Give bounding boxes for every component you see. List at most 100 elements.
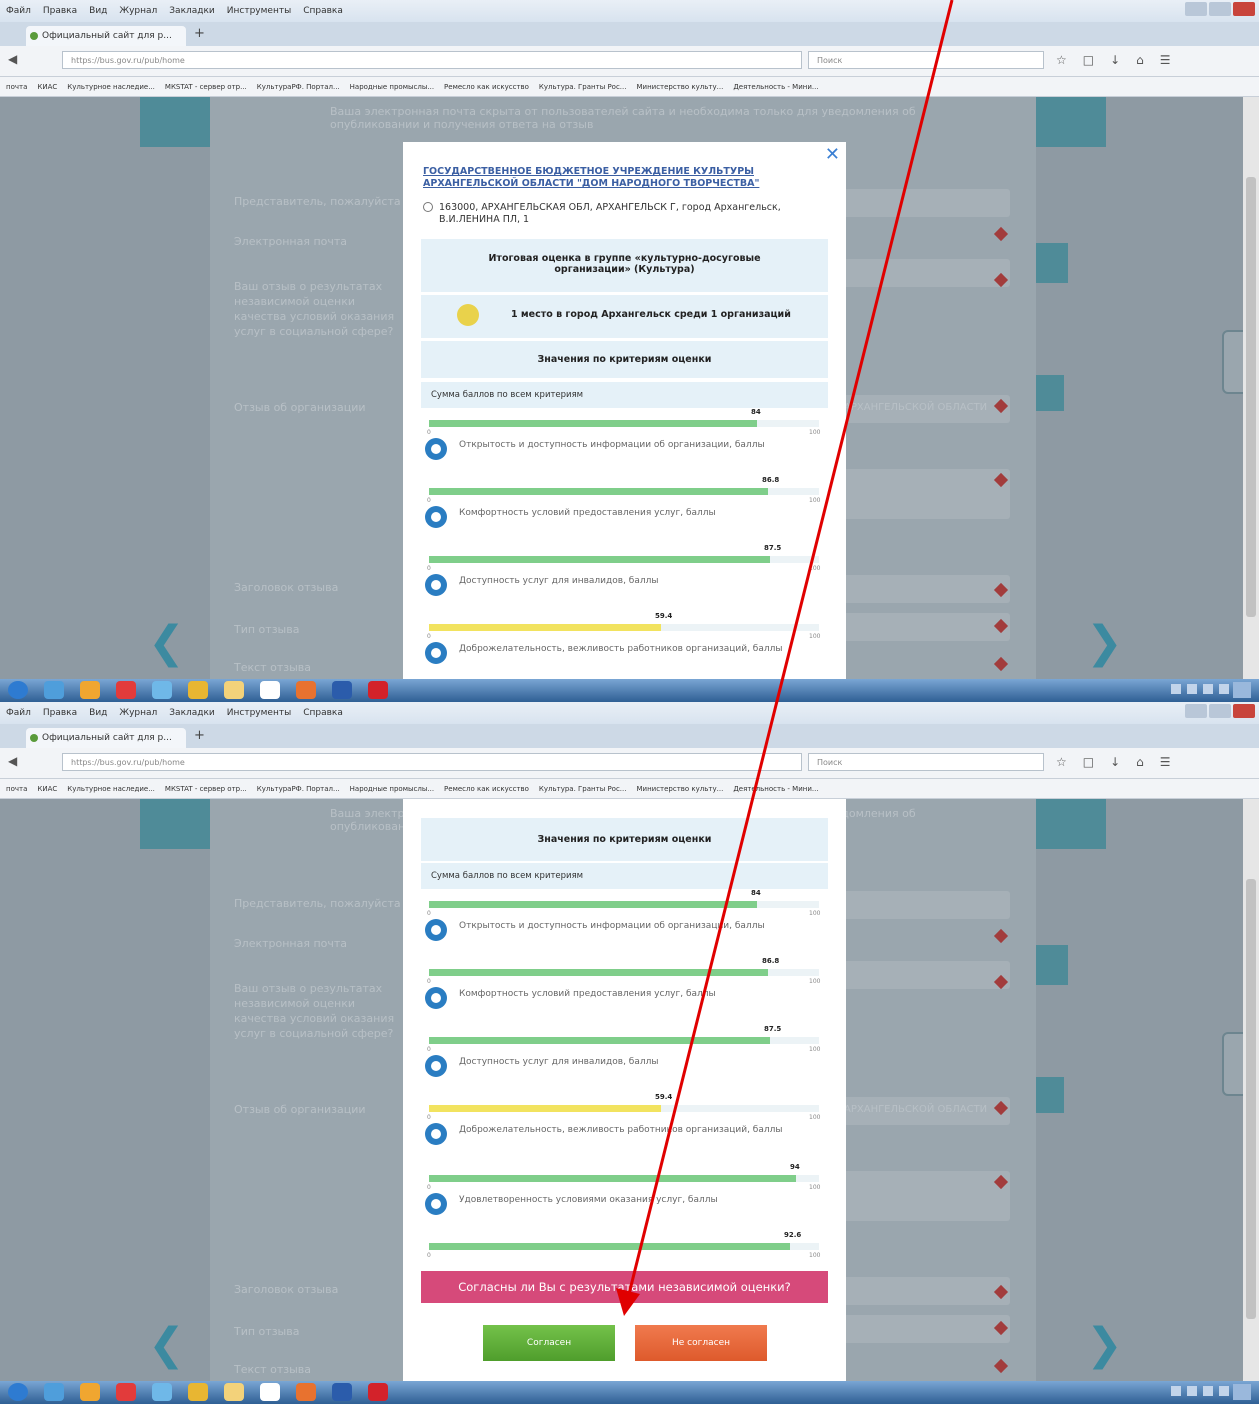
menu-view[interactable]: Вид [89, 708, 107, 718]
new-tab-plus-icon[interactable]: + [194, 26, 205, 41]
bookmark-item[interactable]: Культурное наследие... [67, 785, 155, 793]
form-field[interactable] [840, 1277, 1010, 1305]
tray-icon[interactable] [1187, 684, 1197, 694]
bookmark-item[interactable]: КИАС [37, 785, 57, 793]
menu-file[interactable]: Файл [6, 708, 31, 718]
yandex-icon[interactable] [116, 681, 136, 699]
form-field[interactable] [840, 469, 1010, 519]
close-window-button[interactable] [1233, 2, 1255, 16]
page-scrollbar[interactable] [1243, 799, 1259, 1381]
folder-icon[interactable] [224, 1383, 244, 1401]
start-button-icon[interactable] [8, 681, 28, 699]
side-button[interactable] [1036, 1077, 1064, 1113]
start-button-icon[interactable] [8, 1383, 28, 1401]
form-field[interactable] [840, 259, 1010, 287]
feedback-side-tab[interactable] [1222, 1032, 1243, 1096]
maximize-button[interactable] [1209, 704, 1231, 718]
agree-button[interactable]: Согласен [483, 1325, 615, 1361]
org-select-field[interactable]: АРХАНГЕЛЬСКОЙ ОБЛАСТИ [840, 1097, 1010, 1125]
close-icon[interactable]: ✕ [825, 144, 840, 165]
tray-icon[interactable] [1171, 684, 1181, 694]
side-button[interactable] [1036, 945, 1068, 985]
prev-chevron-icon[interactable]: ❮ [148, 1319, 185, 1370]
library-icon[interactable]: □ [1083, 755, 1094, 769]
tray-icon[interactable] [1219, 1386, 1229, 1396]
form-field[interactable] [840, 613, 1010, 641]
explorer-icon[interactable] [44, 1383, 64, 1401]
internet-explorer-icon[interactable] [152, 1383, 172, 1401]
acrobat-icon[interactable] [368, 681, 388, 699]
bookmark-item[interactable]: Деятельность - Мини... [733, 83, 818, 91]
menu-help[interactable]: Справка [303, 708, 343, 718]
form-field[interactable] [840, 575, 1010, 603]
search-input[interactable]: Поиск [808, 51, 1044, 69]
word-icon[interactable] [332, 681, 352, 699]
bookmark-item[interactable]: КИАС [37, 83, 57, 91]
chrome-icon[interactable] [188, 1383, 208, 1401]
menu-tools[interactable]: Инструменты [227, 6, 291, 16]
url-input[interactable]: https://bus.gov.ru/pub/home [62, 51, 802, 69]
firefox-icon[interactable] [296, 681, 316, 699]
minimize-button[interactable] [1185, 2, 1207, 16]
tray-icon[interactable] [1203, 684, 1213, 694]
tray-icon[interactable] [1219, 684, 1229, 694]
bookmark-item[interactable]: Ремесло как искусство [444, 785, 529, 793]
library-icon[interactable]: □ [1083, 53, 1094, 67]
tray-icon[interactable] [1187, 1386, 1197, 1396]
side-button[interactable] [1036, 243, 1068, 283]
bookmark-item[interactable]: Культура. Гранты Рос... [539, 785, 627, 793]
menu-file[interactable]: Файл [6, 6, 31, 16]
org-select-field[interactable]: АРХАНГЕЛЬСКОЙ ОБЛАСТИ [840, 395, 1010, 423]
bookmark-item[interactable]: почта [6, 785, 27, 793]
bookmark-item[interactable]: МКSTAT - сервер отр... [165, 83, 247, 91]
word-icon[interactable] [332, 1383, 352, 1401]
feedback-side-tab[interactable] [1222, 330, 1243, 394]
home-icon[interactable]: ⌂ [1136, 53, 1144, 67]
menu-edit[interactable]: Правка [43, 6, 77, 16]
tray-icon[interactable] [1203, 1386, 1213, 1396]
menu-edit[interactable]: Правка [43, 708, 77, 718]
search-input[interactable]: Поиск [808, 753, 1044, 771]
bookmark-item[interactable]: Министерство культу... [636, 785, 723, 793]
bookmark-item[interactable]: Ремесло как искусство [444, 83, 529, 91]
bookmark-item[interactable]: КультураРФ. Портал... [257, 83, 340, 91]
close-window-button[interactable] [1233, 704, 1255, 718]
form-field[interactable] [840, 1315, 1010, 1343]
next-chevron-icon[interactable]: ❯ [1086, 1319, 1123, 1370]
form-field[interactable] [840, 961, 1010, 989]
url-input[interactable]: https://bus.gov.ru/pub/home [62, 753, 802, 771]
menu-bookmarks[interactable]: Закладки [169, 708, 215, 718]
internet-explorer-icon[interactable] [152, 681, 172, 699]
form-field[interactable] [840, 1171, 1010, 1221]
form-field[interactable] [840, 891, 1010, 919]
yandex-browser-icon[interactable] [260, 681, 280, 699]
firefox-icon[interactable] [296, 1383, 316, 1401]
back-arrow-icon[interactable]: ◀ [8, 52, 17, 66]
download-icon[interactable]: ↓ [1110, 53, 1120, 67]
bookmark-star-icon[interactable]: ☆ [1056, 53, 1067, 67]
form-field[interactable] [840, 189, 1010, 217]
browser-tab[interactable]: Официальный сайт для р... [26, 728, 186, 748]
bookmark-item[interactable]: Народные промыслы... [350, 785, 434, 793]
new-tab-plus-icon[interactable]: + [194, 728, 205, 743]
scrollbar-thumb[interactable] [1246, 177, 1256, 617]
bookmark-item[interactable]: Деятельность - Мини... [733, 785, 818, 793]
bookmark-item[interactable]: МКSTAT - сервер отр... [165, 785, 247, 793]
tray-icon[interactable] [1171, 1386, 1181, 1396]
prev-chevron-icon[interactable]: ❮ [148, 617, 185, 668]
page-scrollbar[interactable] [1243, 97, 1259, 679]
bookmark-item[interactable]: Народные промыслы... [350, 83, 434, 91]
bookmark-star-icon[interactable]: ☆ [1056, 755, 1067, 769]
bookmark-item[interactable]: почта [6, 83, 27, 91]
download-icon[interactable]: ↓ [1110, 755, 1120, 769]
menu-tools[interactable]: Инструменты [227, 708, 291, 718]
back-arrow-icon[interactable]: ◀ [8, 754, 17, 768]
bookmark-item[interactable]: Культура. Гранты Рос... [539, 83, 627, 91]
bookmark-item[interactable]: КультураРФ. Портал... [257, 785, 340, 793]
disagree-button[interactable]: Не согласен [635, 1325, 767, 1361]
explorer-icon[interactable] [44, 681, 64, 699]
bookmark-item[interactable]: Министерство культу... [636, 83, 723, 91]
scrollbar-thumb[interactable] [1246, 879, 1256, 1319]
clock[interactable] [1233, 1384, 1251, 1400]
menu-bookmarks[interactable]: Закладки [169, 6, 215, 16]
